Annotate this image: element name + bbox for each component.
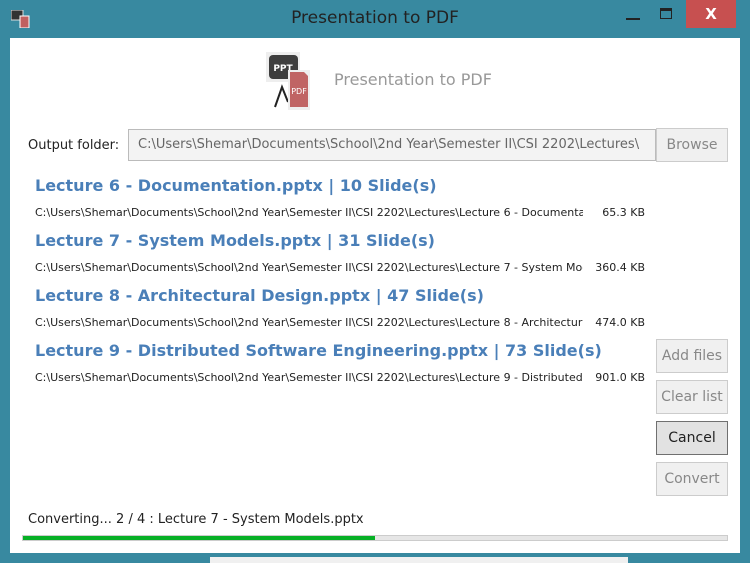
browse-button[interactable]: Browse [656, 128, 728, 162]
file-title: Lecture 9 - Distributed Software Enginee… [35, 341, 602, 360]
clear-list-button[interactable]: Clear list [656, 380, 728, 414]
file-list-item[interactable]: Lecture 8 - Architectural Design.pptx | … [35, 286, 645, 329]
add-files-button[interactable]: Add files [656, 339, 728, 373]
status-text: Converting... 2 / 4 : Lecture 7 - System… [28, 512, 364, 527]
file-size: 901.0 KB [595, 371, 645, 384]
convert-button[interactable]: Convert [656, 462, 728, 496]
file-list-item[interactable]: Lecture 6 - Documentation.pptx | 10 Slid… [35, 176, 645, 219]
file-title: Lecture 6 - Documentation.pptx | 10 Slid… [35, 176, 437, 195]
file-size: 65.3 KB [602, 206, 645, 219]
app-name: Presentation to PDF [334, 70, 492, 89]
maximize-button[interactable] [660, 8, 672, 19]
file-path: C:\Users\Shemar\Documents\School\2nd Yea… [35, 206, 583, 219]
background-window-edge [210, 557, 628, 563]
cancel-button[interactable]: Cancel [656, 421, 728, 455]
file-size: 474.0 KB [595, 316, 645, 329]
output-folder-input[interactable]: C:\Users\Shemar\Documents\School\2nd Yea… [128, 129, 656, 161]
close-button[interactable]: X [686, 0, 736, 28]
file-path: C:\Users\Shemar\Documents\School\2nd Yea… [35, 316, 583, 329]
file-path: C:\Users\Shemar\Documents\School\2nd Yea… [35, 371, 583, 384]
file-size: 360.4 KB [595, 261, 645, 274]
file-title: Lecture 8 - Architectural Design.pptx | … [35, 286, 484, 305]
progress-bar [22, 535, 728, 541]
file-path: C:\Users\Shemar\Documents\School\2nd Yea… [35, 261, 583, 274]
progress-fill [23, 536, 375, 540]
title-bar: Presentation to PDF X [0, 0, 750, 38]
output-folder-label: Output folder: [28, 138, 120, 153]
logo-icon: PPT PDF [266, 52, 310, 110]
file-title: Lecture 7 - System Models.pptx | 31 Slid… [35, 231, 435, 250]
file-list-item[interactable]: Lecture 9 - Distributed Software Enginee… [35, 341, 645, 384]
main-panel: PPT PDF Presentation to PDF Output folde… [10, 38, 740, 553]
minimize-button[interactable] [626, 18, 640, 20]
file-list-item[interactable]: Lecture 7 - System Models.pptx | 31 Slid… [35, 231, 645, 274]
svg-text:PDF: PDF [291, 87, 307, 96]
